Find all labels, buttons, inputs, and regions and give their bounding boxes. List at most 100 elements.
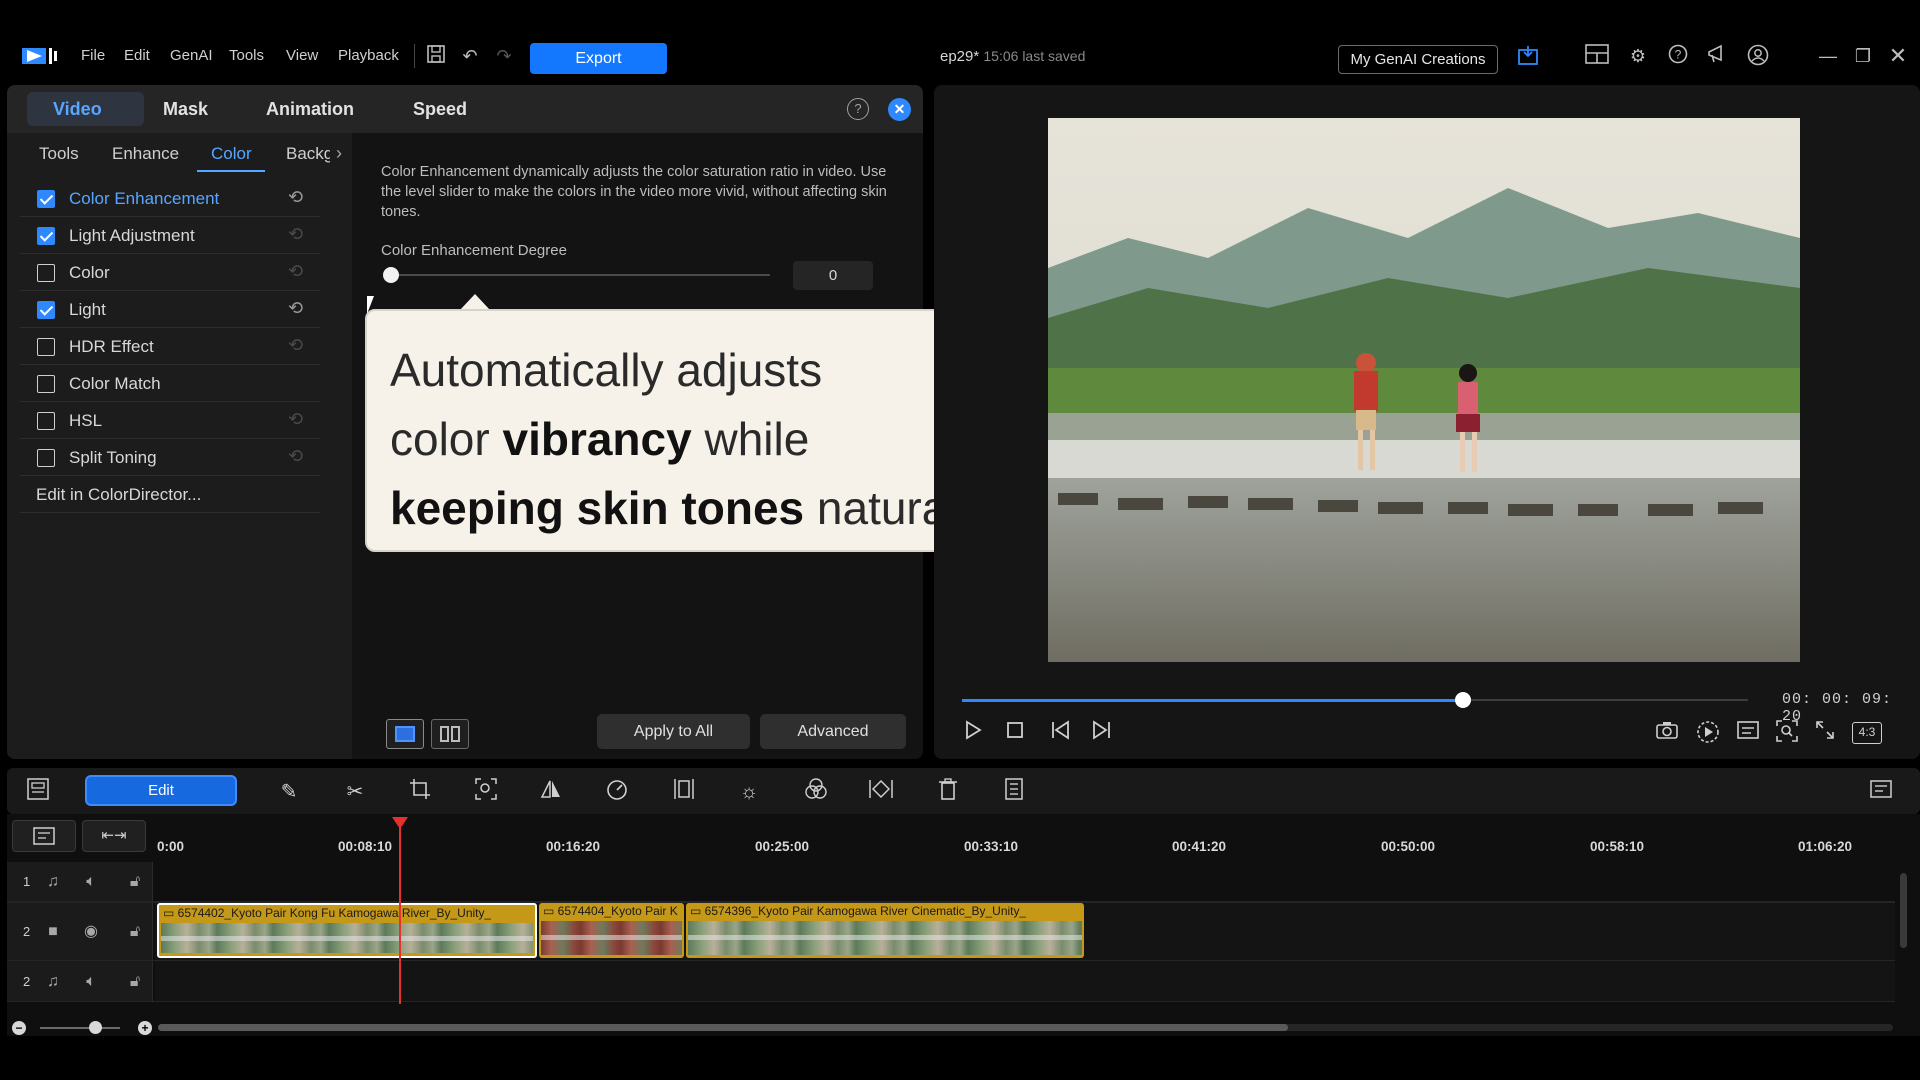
tab-speed[interactable]: Speed	[413, 85, 467, 133]
menu-genai[interactable]: GenAI	[170, 47, 213, 64]
subtitle-icon[interactable]	[1735, 720, 1761, 746]
track-manager-button[interactable]	[12, 820, 76, 852]
checkbox[interactable]	[37, 190, 55, 208]
preview-scrubber-handle[interactable]	[1455, 692, 1471, 708]
zoom-crop-icon[interactable]	[472, 778, 500, 806]
tab-animation[interactable]: Animation	[266, 85, 354, 133]
play-icon[interactable]	[960, 720, 986, 746]
video-clip[interactable]: ▭ 6574404_Kyoto Pair K	[539, 903, 684, 958]
feature-row-color-enhancement[interactable]: Color Enhancement ⟲	[20, 180, 320, 217]
restore-icon[interactable]: ❐	[1851, 44, 1875, 68]
feature-row-color-match[interactable]: Color Match	[20, 365, 320, 402]
track-body[interactable]	[155, 961, 1895, 1001]
previous-frame-icon[interactable]	[1048, 720, 1074, 746]
feature-row-color[interactable]: Color ⟲	[20, 254, 320, 291]
playback-quality-icon[interactable]	[1695, 720, 1721, 746]
checkbox[interactable]	[37, 227, 55, 245]
announcement-icon[interactable]	[1706, 44, 1730, 68]
timeline-scroll-thumb[interactable]	[158, 1024, 1288, 1031]
menu-view[interactable]: View	[286, 47, 318, 64]
timeline-vertical-scrollbar[interactable]	[1900, 873, 1907, 948]
delete-trash-icon[interactable]	[934, 778, 962, 806]
chevron-right-icon[interactable]: ›	[336, 143, 342, 164]
speaker-icon[interactable]: 🔈︎	[81, 872, 101, 892]
app-logo-icon[interactable]	[22, 46, 58, 66]
eye-visibility-icon[interactable]: ◉	[81, 922, 101, 942]
redo-icon[interactable]: ↷	[492, 44, 516, 68]
feature-row-light[interactable]: Light ⟲	[20, 291, 320, 328]
advanced-button[interactable]: Advanced	[760, 714, 906, 749]
speed-gauge-icon[interactable]	[603, 778, 631, 806]
more-tools-icon[interactable]	[1000, 778, 1028, 806]
timeline-settings-icon[interactable]	[1868, 778, 1896, 806]
subtab-background[interactable]: Backg	[286, 144, 330, 164]
keyframe-icon[interactable]	[867, 778, 895, 806]
reset-icon[interactable]: ⟲	[288, 224, 308, 244]
color-blend-icon[interactable]	[802, 778, 830, 806]
apply-to-all-button[interactable]: Apply to All	[597, 714, 750, 749]
subtab-tools[interactable]: Tools	[39, 144, 79, 164]
menu-tools[interactable]: Tools	[229, 47, 264, 64]
help-icon[interactable]: ?	[1666, 44, 1690, 68]
snapshot-camera-icon[interactable]	[1654, 720, 1680, 746]
checkbox[interactable]	[37, 375, 55, 393]
degree-slider-handle[interactable]	[383, 267, 399, 283]
feature-row-hdr-effect[interactable]: HDR Effect ⟲	[20, 328, 320, 365]
reset-icon[interactable]: ⟲	[288, 409, 308, 429]
video-clip[interactable]: ▭ 6574402_Kyoto Pair Kong Fu Kamogawa Ri…	[157, 903, 537, 958]
trim-icon[interactable]	[670, 778, 698, 806]
menu-playback[interactable]: Playback	[338, 47, 399, 64]
account-icon[interactable]	[1746, 44, 1770, 68]
colordirector-row[interactable]: Edit in ColorDirector...	[20, 476, 320, 513]
feature-row-light-adjustment[interactable]: Light Adjustment ⟲	[20, 217, 320, 254]
flip-icon[interactable]	[537, 778, 565, 806]
checkbox[interactable]	[37, 412, 55, 430]
tab-mask[interactable]: Mask	[163, 85, 208, 133]
brightness-icon[interactable]: ☼	[735, 778, 763, 806]
panel-help-icon[interactable]: ?	[847, 98, 869, 120]
undo-icon[interactable]: ↶	[458, 44, 482, 68]
edit-in-colordirector-link[interactable]: Edit in ColorDirector...	[36, 485, 201, 505]
zoom-preview-icon[interactable]	[1774, 720, 1800, 746]
minimize-icon[interactable]: —	[1816, 44, 1840, 68]
fit-timeline-button[interactable]: ⇤⇥	[82, 820, 146, 852]
lock-icon[interactable]: 🔓︎	[125, 872, 145, 892]
crop-icon[interactable]	[406, 778, 434, 806]
menu-edit[interactable]: Edit	[124, 47, 150, 64]
next-frame-icon[interactable]	[1088, 720, 1114, 746]
edit-mode-button[interactable]: Edit	[85, 775, 237, 806]
checkbox[interactable]	[37, 449, 55, 467]
lock-icon[interactable]: 🔓︎	[125, 922, 145, 942]
settings-gear-icon[interactable]: ⚙	[1626, 44, 1650, 68]
stop-icon[interactable]	[1002, 720, 1028, 746]
subtab-color[interactable]: Color	[211, 144, 252, 164]
aspect-ratio-button[interactable]: 4:3	[1852, 722, 1882, 744]
lock-icon[interactable]: 🔓︎	[125, 972, 145, 992]
layout-icon[interactable]	[1585, 44, 1609, 68]
pen-edit-icon[interactable]: ✎	[275, 778, 303, 806]
export-button[interactable]: Export	[530, 43, 667, 74]
library-icon[interactable]	[24, 778, 52, 806]
checkbox[interactable]	[37, 264, 55, 282]
degree-slider-track[interactable]	[390, 274, 770, 276]
tab-video[interactable]: Video	[53, 85, 102, 133]
fullscreen-icon[interactable]	[1812, 720, 1838, 746]
checkbox[interactable]	[37, 338, 55, 356]
timeline-zoom-handle[interactable]	[89, 1021, 102, 1034]
download-box-icon[interactable]	[1516, 44, 1540, 68]
single-view-button[interactable]	[386, 719, 424, 749]
menu-file[interactable]: File	[81, 47, 105, 64]
my-genai-creations-button[interactable]: My GenAI Creations	[1338, 45, 1498, 74]
reset-icon[interactable]: ⟲	[288, 261, 308, 281]
split-scissors-icon[interactable]: ✂	[341, 778, 369, 806]
split-view-button[interactable]	[431, 719, 469, 749]
reset-icon[interactable]: ⟲	[288, 335, 308, 355]
close-window-icon[interactable]: ✕	[1886, 44, 1910, 68]
degree-value-input[interactable]: 0	[793, 261, 873, 290]
reset-icon[interactable]: ⟲	[288, 298, 308, 318]
track-body[interactable]	[155, 862, 1895, 901]
zoom-out-icon[interactable]: −	[12, 1021, 26, 1035]
feature-row-hsl[interactable]: HSL ⟲	[20, 402, 320, 439]
subtab-enhance[interactable]: Enhance	[112, 144, 179, 164]
speaker-icon[interactable]: 🔈︎	[81, 972, 101, 992]
